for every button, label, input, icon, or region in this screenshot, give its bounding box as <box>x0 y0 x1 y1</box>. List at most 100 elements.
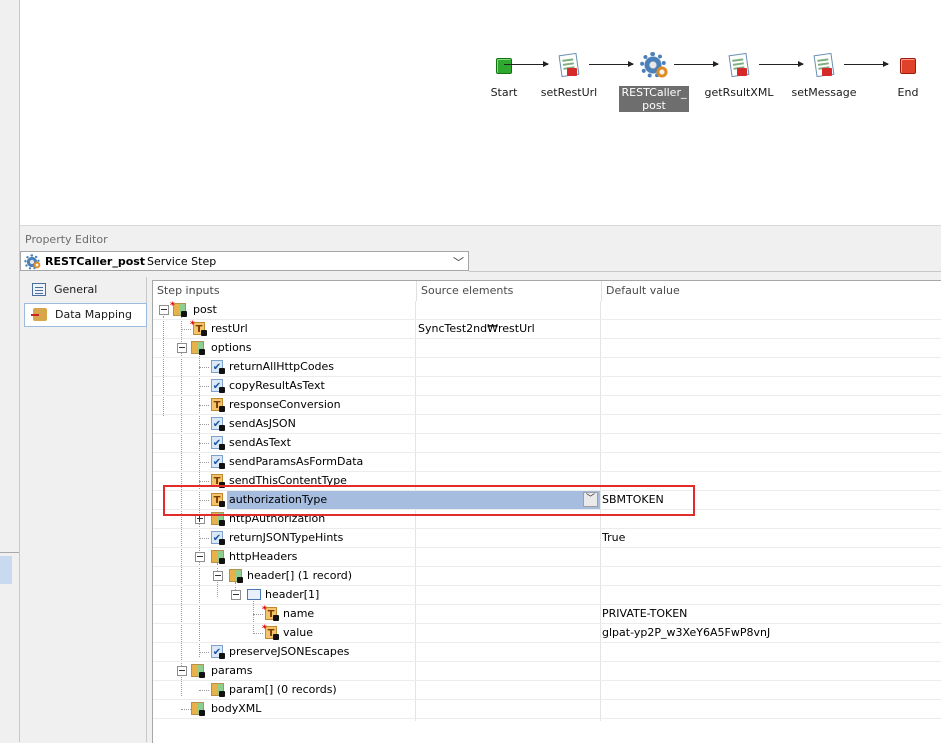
default-cell[interactable] <box>602 415 941 433</box>
chevron-down-icon: ﹀ <box>453 256 464 269</box>
default-cell[interactable] <box>602 434 941 452</box>
default-cell[interactable] <box>602 301 941 319</box>
table-row-selected[interactable]: authorizationType ﹀ SBMTOKEN <box>153 491 941 510</box>
source-cell[interactable] <box>417 529 598 547</box>
source-cell[interactable] <box>417 510 598 528</box>
param-name: post <box>193 303 217 316</box>
source-cell[interactable] <box>417 700 598 718</box>
table-row[interactable]: copyResultAsText <box>153 377 941 396</box>
default-cell[interactable] <box>602 396 941 414</box>
workflow-node-restcaller-post[interactable]: RESTCaller_ post <box>614 52 694 112</box>
table-row[interactable]: returnAllHttpCodes <box>153 358 941 377</box>
table-row[interactable]: * restUrl SyncTest2nd₩restUrl <box>153 320 941 339</box>
source-cell[interactable] <box>417 586 598 604</box>
collapse-toggle[interactable] <box>177 666 187 676</box>
source-element-combobox[interactable]: ﹀ <box>417 491 600 509</box>
source-cell[interactable] <box>417 548 598 566</box>
default-cell[interactable] <box>602 586 941 604</box>
default-cell[interactable]: True <box>602 529 941 547</box>
source-cell[interactable] <box>417 434 598 452</box>
collapse-toggle[interactable] <box>159 305 169 315</box>
tab-general[interactable]: General <box>24 279 146 301</box>
source-cell[interactable] <box>417 624 598 642</box>
source-cell[interactable]: SyncTest2nd₩restUrl <box>417 320 598 338</box>
default-cell[interactable] <box>602 320 941 338</box>
workflow-node-label: End <box>897 86 919 99</box>
collapse-toggle[interactable] <box>195 552 205 562</box>
source-cell[interactable] <box>417 567 598 585</box>
default-cell[interactable] <box>602 662 941 680</box>
table-row[interactable]: sendParamsAsFormData <box>153 453 941 472</box>
step-selector-dropdown[interactable]: RESTCaller_post Service Step ﹀ <box>20 251 469 271</box>
table-row[interactable]: header[] (1 record) <box>153 567 941 586</box>
table-row[interactable]: returnJSONTypeHints True <box>153 529 941 548</box>
default-cell[interactable] <box>602 339 941 357</box>
column-header-step-inputs[interactable]: Step inputs <box>153 281 417 301</box>
workflow-canvas[interactable]: Start setRestUrl RESTCaller_ post getRsu… <box>20 0 941 226</box>
workflow-node-end[interactable]: End <box>868 52 941 99</box>
default-cell[interactable] <box>602 377 941 395</box>
source-cell[interactable] <box>417 358 598 376</box>
table-row[interactable]: header[1] <box>153 586 941 605</box>
group-param-icon <box>191 664 205 678</box>
default-cell[interactable] <box>602 472 941 490</box>
database-icon <box>31 308 47 321</box>
default-cell[interactable] <box>602 681 941 699</box>
source-cell[interactable] <box>417 643 598 661</box>
table-row[interactable]: * name PRIVATE-TOKEN <box>153 605 941 624</box>
table-row[interactable]: param[] (0 records) <box>153 681 941 700</box>
column-header-source-elements[interactable]: Source elements <box>417 281 602 301</box>
table-row[interactable]: preserveJSONEscapes <box>153 643 941 662</box>
collapse-toggle[interactable] <box>231 590 241 600</box>
table-row[interactable]: * post <box>153 301 941 320</box>
default-cell[interactable] <box>602 358 941 376</box>
param-name: param[] (0 records) <box>229 683 337 696</box>
default-cell[interactable]: glpat-yp2P_w3XeY6A5FwP8vnJ <box>602 624 941 642</box>
tab-data-mapping[interactable]: Data Mapping <box>24 303 147 327</box>
chevron-down-icon[interactable]: ﹀ <box>583 492 598 507</box>
source-cell[interactable] <box>417 415 598 433</box>
source-cell[interactable] <box>417 396 598 414</box>
workflow-node-setmessage[interactable]: setMessage <box>784 52 864 99</box>
table-row[interactable]: bodyXML <box>153 700 941 719</box>
source-cell[interactable] <box>417 339 598 357</box>
source-cell[interactable] <box>417 681 598 699</box>
checkbox-param-icon <box>211 436 225 450</box>
param-name: copyResultAsText <box>229 379 325 392</box>
default-cell[interactable] <box>602 510 941 528</box>
table-row[interactable]: options <box>153 339 941 358</box>
default-cell[interactable]: PRIVATE-TOKEN <box>602 605 941 623</box>
data-mapping-grid[interactable]: Step inputs Source elements Default valu… <box>152 280 941 743</box>
source-cell[interactable] <box>417 662 598 680</box>
default-cell[interactable]: SBMTOKEN <box>602 491 941 509</box>
table-row[interactable]: responseConversion <box>153 396 941 415</box>
source-cell[interactable] <box>417 377 598 395</box>
collapse-toggle[interactable] <box>177 343 187 353</box>
default-cell[interactable] <box>602 453 941 471</box>
default-cell[interactable] <box>602 548 941 566</box>
table-row[interactable]: httpAuthorization <box>153 510 941 529</box>
table-row[interactable]: sendAsText <box>153 434 941 453</box>
default-cell[interactable] <box>602 700 941 718</box>
collapse-toggle[interactable] <box>213 571 223 581</box>
expand-toggle[interactable] <box>195 514 205 524</box>
tree-line <box>199 443 209 444</box>
workflow-node-setresturl[interactable]: setRestUrl <box>529 52 609 99</box>
source-cell[interactable] <box>417 301 598 319</box>
table-row[interactable]: * value glpat-yp2P_w3XeY6A5FwP8vnJ <box>153 624 941 643</box>
source-cell[interactable] <box>417 605 598 623</box>
table-row[interactable]: sendAsJSON <box>153 415 941 434</box>
tab-label: General <box>54 283 98 296</box>
table-row[interactable]: sendThisContentType <box>153 472 941 491</box>
column-header-default-value[interactable]: Default value <box>602 281 941 301</box>
source-cell[interactable] <box>417 453 598 471</box>
default-cell[interactable] <box>602 643 941 661</box>
source-cell[interactable] <box>417 472 598 490</box>
workflow-node-getrsultxml[interactable]: getRsultXML <box>699 52 779 99</box>
param-name: sendAsJSON <box>229 417 296 430</box>
tree-line <box>199 424 209 425</box>
default-cell[interactable] <box>602 567 941 585</box>
table-row[interactable]: params <box>153 662 941 681</box>
table-row[interactable]: httpHeaders <box>153 548 941 567</box>
param-name: authorizationType <box>227 491 418 509</box>
